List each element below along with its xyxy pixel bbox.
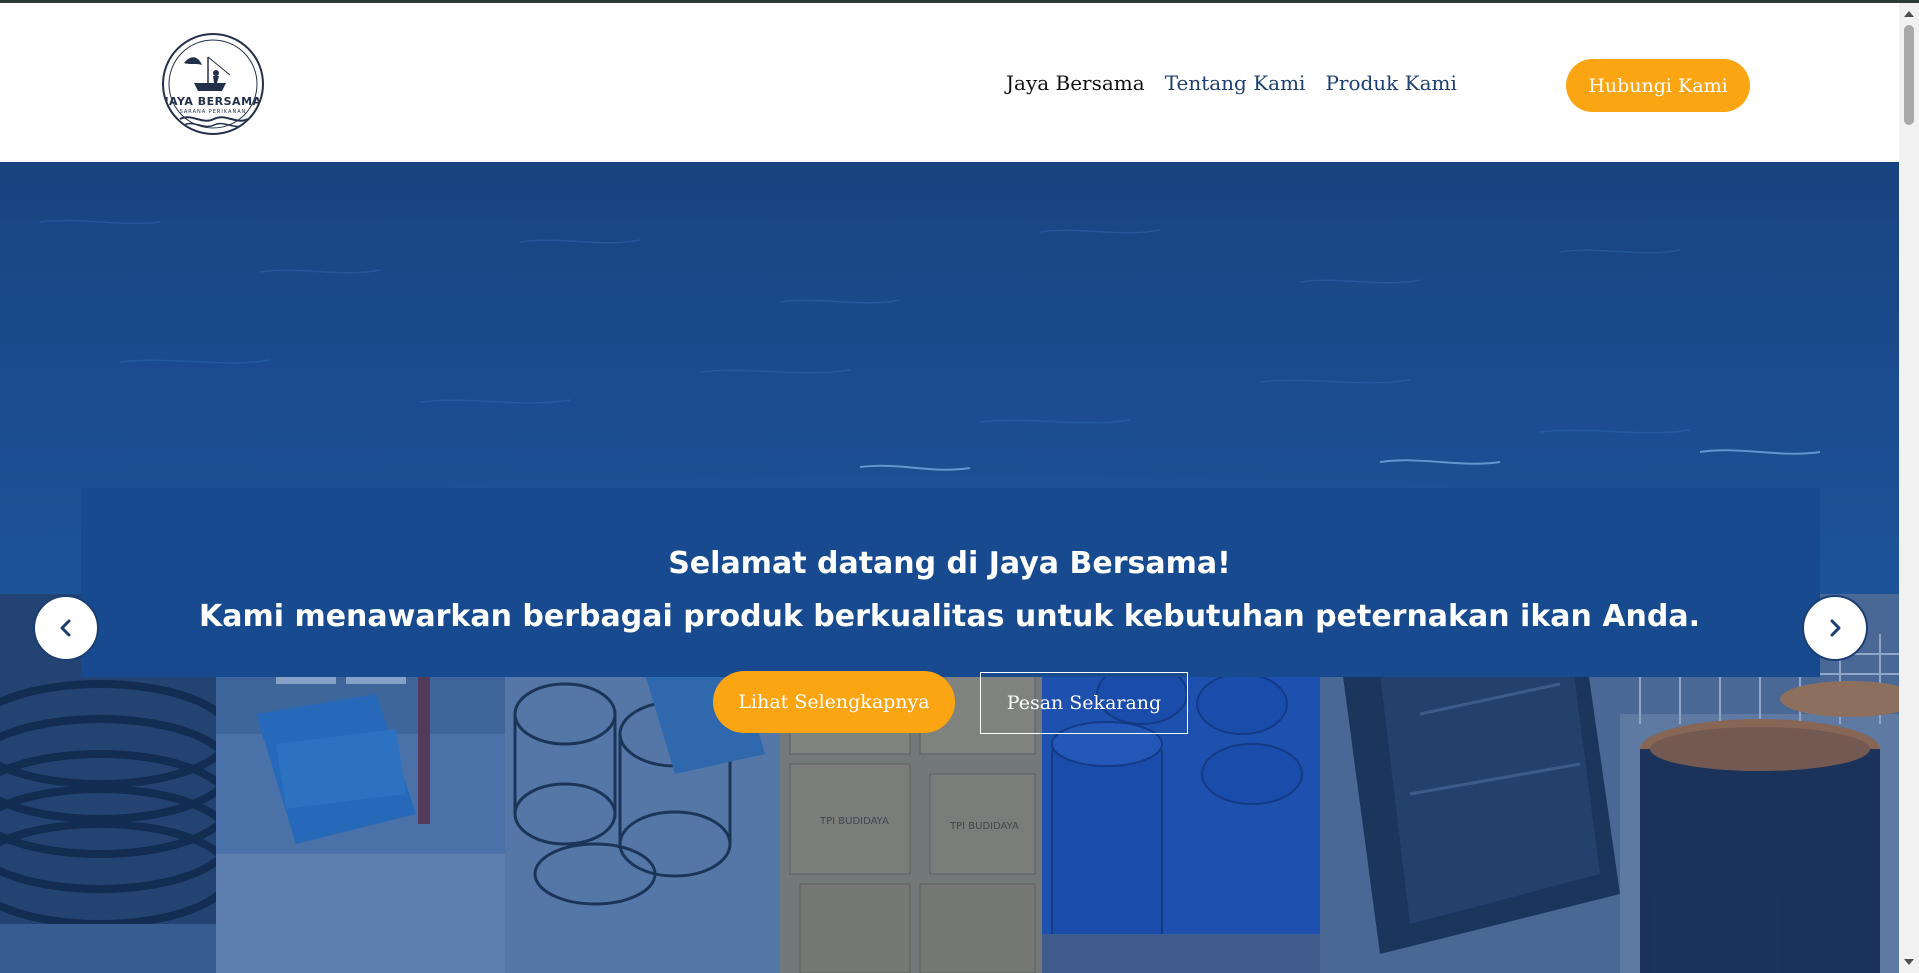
nav-link-jaya-bersama[interactable]: Jaya Bersama (1006, 71, 1145, 95)
carousel-next-button[interactable] (1802, 595, 1868, 661)
hero-tagline: Kami menawarkan berbagai produk berkuali… (198, 599, 1701, 634)
hero-welcome-heading: Selamat datang di Jaya Bersama! (668, 546, 1231, 581)
carousel-prev-button[interactable] (33, 595, 99, 661)
nav-link-tentang-kami[interactable]: Tentang Kami (1165, 71, 1306, 95)
scroll-down-arrow-icon[interactable] (1904, 959, 1914, 965)
nav-link-produk-kami[interactable]: Produk Kami (1325, 71, 1456, 95)
scrollbar-thumb[interactable] (1904, 25, 1914, 125)
scroll-up-arrow-icon[interactable] (1904, 11, 1914, 17)
navbar: JAYA BERSAMA SARANA PERIKANAN Jaya Bersa… (0, 3, 1899, 162)
see-more-button[interactable]: Lihat Selengkapnya (713, 671, 955, 733)
brand-subtitle: SARANA PERIKANAN (179, 109, 247, 115)
hero-carousel: TPI BUDIDAYA TPI BUDIDAYA Selamat datang… (0, 162, 1899, 973)
page-scrollbar[interactable] (1899, 3, 1919, 973)
chevron-left-icon (60, 619, 71, 637)
chevron-right-icon (1830, 619, 1841, 637)
brand-name: JAYA BERSAMA (164, 95, 262, 108)
contact-button[interactable]: Hubungi Kami (1566, 59, 1750, 112)
hero-caption-box (81, 488, 1820, 677)
brand-logo[interactable]: JAYA BERSAMA SARANA PERIKANAN (162, 33, 264, 135)
fisherman-boat-icon (168, 39, 258, 129)
main-nav: Jaya Bersama Tentang Kami Produk Kami (1006, 71, 1457, 95)
order-now-button[interactable]: Pesan Sekarang (980, 672, 1188, 734)
